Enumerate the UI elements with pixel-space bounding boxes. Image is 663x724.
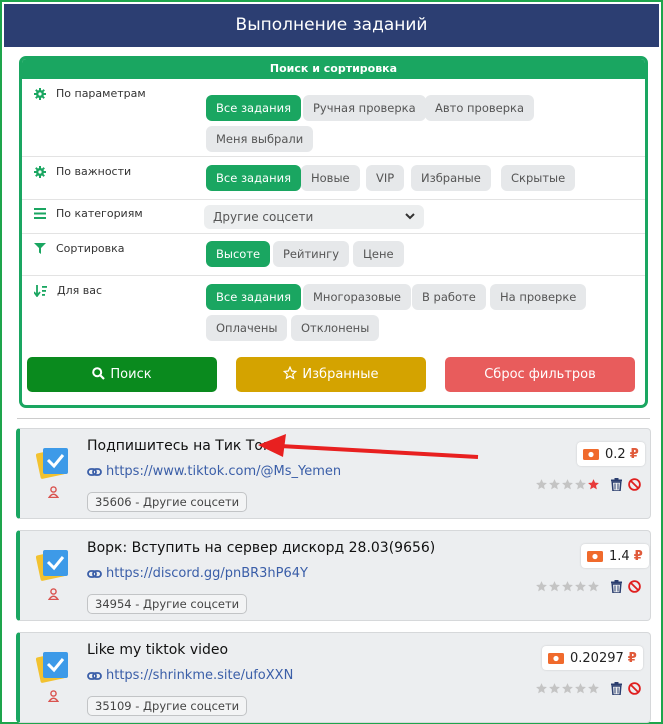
filter-row-sort: Сортировка Высоте Рейтингу Цене — [22, 234, 645, 276]
task-category-tag: 34954 - Другие соцсети — [87, 594, 248, 614]
chip-in-progress[interactable]: В работе — [412, 284, 486, 310]
filter-row-category: По категориям Другие соцсети — [22, 200, 645, 234]
user-icon — [48, 486, 59, 498]
chip-new[interactable]: Новые — [301, 165, 360, 191]
task-title[interactable]: Like my tiktok video — [87, 642, 228, 658]
money-icon — [587, 550, 603, 562]
trash-icon[interactable] — [611, 580, 622, 593]
chip-vip[interactable]: VIP — [366, 165, 405, 191]
task-url[interactable]: https://shrinkme.site/ufoXXN — [87, 668, 293, 683]
task-card[interactable]: Ворк: Вступить на сервер дискорд 28.03(9… — [16, 530, 651, 621]
filter-row-importance: По важности Все задания Новые VIP Избран… — [22, 157, 645, 200]
page-header: Выполнение заданий — [4, 4, 659, 47]
favorites-button[interactable]: Избранные — [236, 357, 426, 392]
search-sort-panel: Поиск и сортировка По параметрам Все зад… — [19, 56, 648, 408]
sort-icon — [34, 284, 47, 297]
filter-label: Для вас — [34, 284, 102, 297]
task-category-tag: 35606 - Другие соцсети — [87, 492, 248, 512]
user-icon — [48, 690, 59, 702]
chip-paid[interactable]: Оплачены — [206, 315, 288, 341]
chip-manual-check[interactable]: Ручная проверка — [303, 95, 426, 121]
star-icon — [562, 581, 573, 592]
filter-icon — [34, 243, 46, 254]
chip-hidden[interactable]: Скрытые — [501, 165, 576, 191]
link-icon — [87, 569, 102, 578]
task-actions — [611, 682, 641, 695]
panel-title: Поиск и сортировка — [22, 59, 645, 79]
price-badge: 1.4 ₽ — [581, 544, 649, 568]
chip-all-tasks[interactable]: Все задания — [206, 165, 302, 191]
block-icon[interactable] — [628, 682, 641, 695]
rating-stars[interactable] — [535, 682, 600, 695]
link-icon — [87, 671, 102, 680]
star-icon — [562, 683, 573, 694]
star-icon — [549, 581, 560, 592]
filter-label: По категориям — [34, 207, 143, 220]
task-url[interactable]: https://discord.gg/pnBR3hP64Y — [87, 566, 308, 581]
chip-all-tasks[interactable]: Все задания — [206, 284, 302, 310]
task-title[interactable]: Ворк: Вступить на сервер дискорд 28.03(9… — [87, 540, 435, 556]
price-badge: 0.20297 ₽ — [542, 646, 643, 670]
gear-icon — [34, 165, 46, 178]
filter-row-for-you: Для вас Все задания Многоразовые В работ… — [22, 276, 645, 350]
filter-label: Сортировка — [34, 242, 125, 255]
filter-label: По параметрам — [34, 87, 146, 100]
gear-icon — [34, 87, 46, 100]
star-icon — [562, 479, 573, 490]
price-badge: 0.2 ₽ — [577, 442, 645, 466]
task-check-icon — [36, 550, 68, 581]
search-button[interactable]: Поиск — [27, 357, 217, 392]
star-icon — [588, 683, 599, 694]
list-icon — [34, 208, 46, 219]
block-icon[interactable] — [628, 580, 641, 593]
task-category-tag: 35109 - Другие соцсети — [87, 696, 248, 716]
star-outline-icon — [283, 365, 298, 380]
divider — [17, 418, 650, 419]
star-icon — [588, 479, 599, 490]
task-title[interactable]: Подпишитесь на Тик Ток — [87, 438, 271, 454]
star-icon — [536, 683, 547, 694]
user-icon — [48, 588, 59, 600]
star-icon — [536, 479, 547, 490]
rating-stars[interactable] — [535, 580, 600, 593]
task-actions — [611, 478, 641, 491]
chip-all-tasks[interactable]: Все задания — [206, 95, 302, 121]
filter-row-params: По параметрам Все задания Ручная проверк… — [22, 79, 645, 157]
task-check-icon — [36, 448, 68, 479]
money-icon — [548, 652, 564, 664]
chip-auto-check[interactable]: Авто проверка — [425, 95, 535, 121]
rating-stars[interactable] — [535, 478, 600, 491]
chip-sort-price[interactable]: Цене — [353, 241, 404, 267]
chip-sort-rating[interactable]: Рейтингу — [273, 241, 350, 267]
reset-filters-button[interactable]: Сброс фильтров — [445, 357, 635, 392]
task-card[interactable]: Like my tiktok video https://shrinkme.si… — [16, 632, 651, 723]
page-title: Выполнение заданий — [235, 15, 428, 35]
link-icon — [87, 467, 102, 476]
star-icon — [575, 479, 586, 490]
chip-rejected[interactable]: Отклонены — [291, 315, 380, 341]
star-icon — [575, 683, 586, 694]
filter-label: По важности — [34, 165, 131, 178]
star-icon — [549, 479, 560, 490]
chip-reusable[interactable]: Многоразовые — [303, 284, 411, 310]
chip-sort-height[interactable]: Высоте — [206, 241, 271, 267]
star-icon — [588, 581, 599, 592]
task-url[interactable]: https://www.tiktok.com/@Ms_Yemen — [87, 464, 341, 479]
annotation-arrow — [258, 434, 479, 459]
search-icon — [92, 367, 106, 380]
task-check-icon — [36, 652, 68, 683]
task-actions — [611, 580, 641, 593]
chevron-down-icon — [405, 213, 415, 220]
star-icon — [536, 581, 547, 592]
block-icon[interactable] — [628, 478, 641, 491]
chip-favorites[interactable]: Избраные — [411, 165, 491, 191]
trash-icon[interactable] — [611, 478, 622, 491]
star-icon — [575, 581, 586, 592]
star-icon — [549, 683, 560, 694]
trash-icon[interactable] — [611, 682, 622, 695]
chip-chosen-me[interactable]: Меня выбрали — [206, 126, 314, 152]
money-icon — [583, 448, 599, 460]
chip-on-review[interactable]: На проверке — [490, 284, 587, 310]
category-select[interactable]: Другие соцсети — [204, 205, 424, 229]
